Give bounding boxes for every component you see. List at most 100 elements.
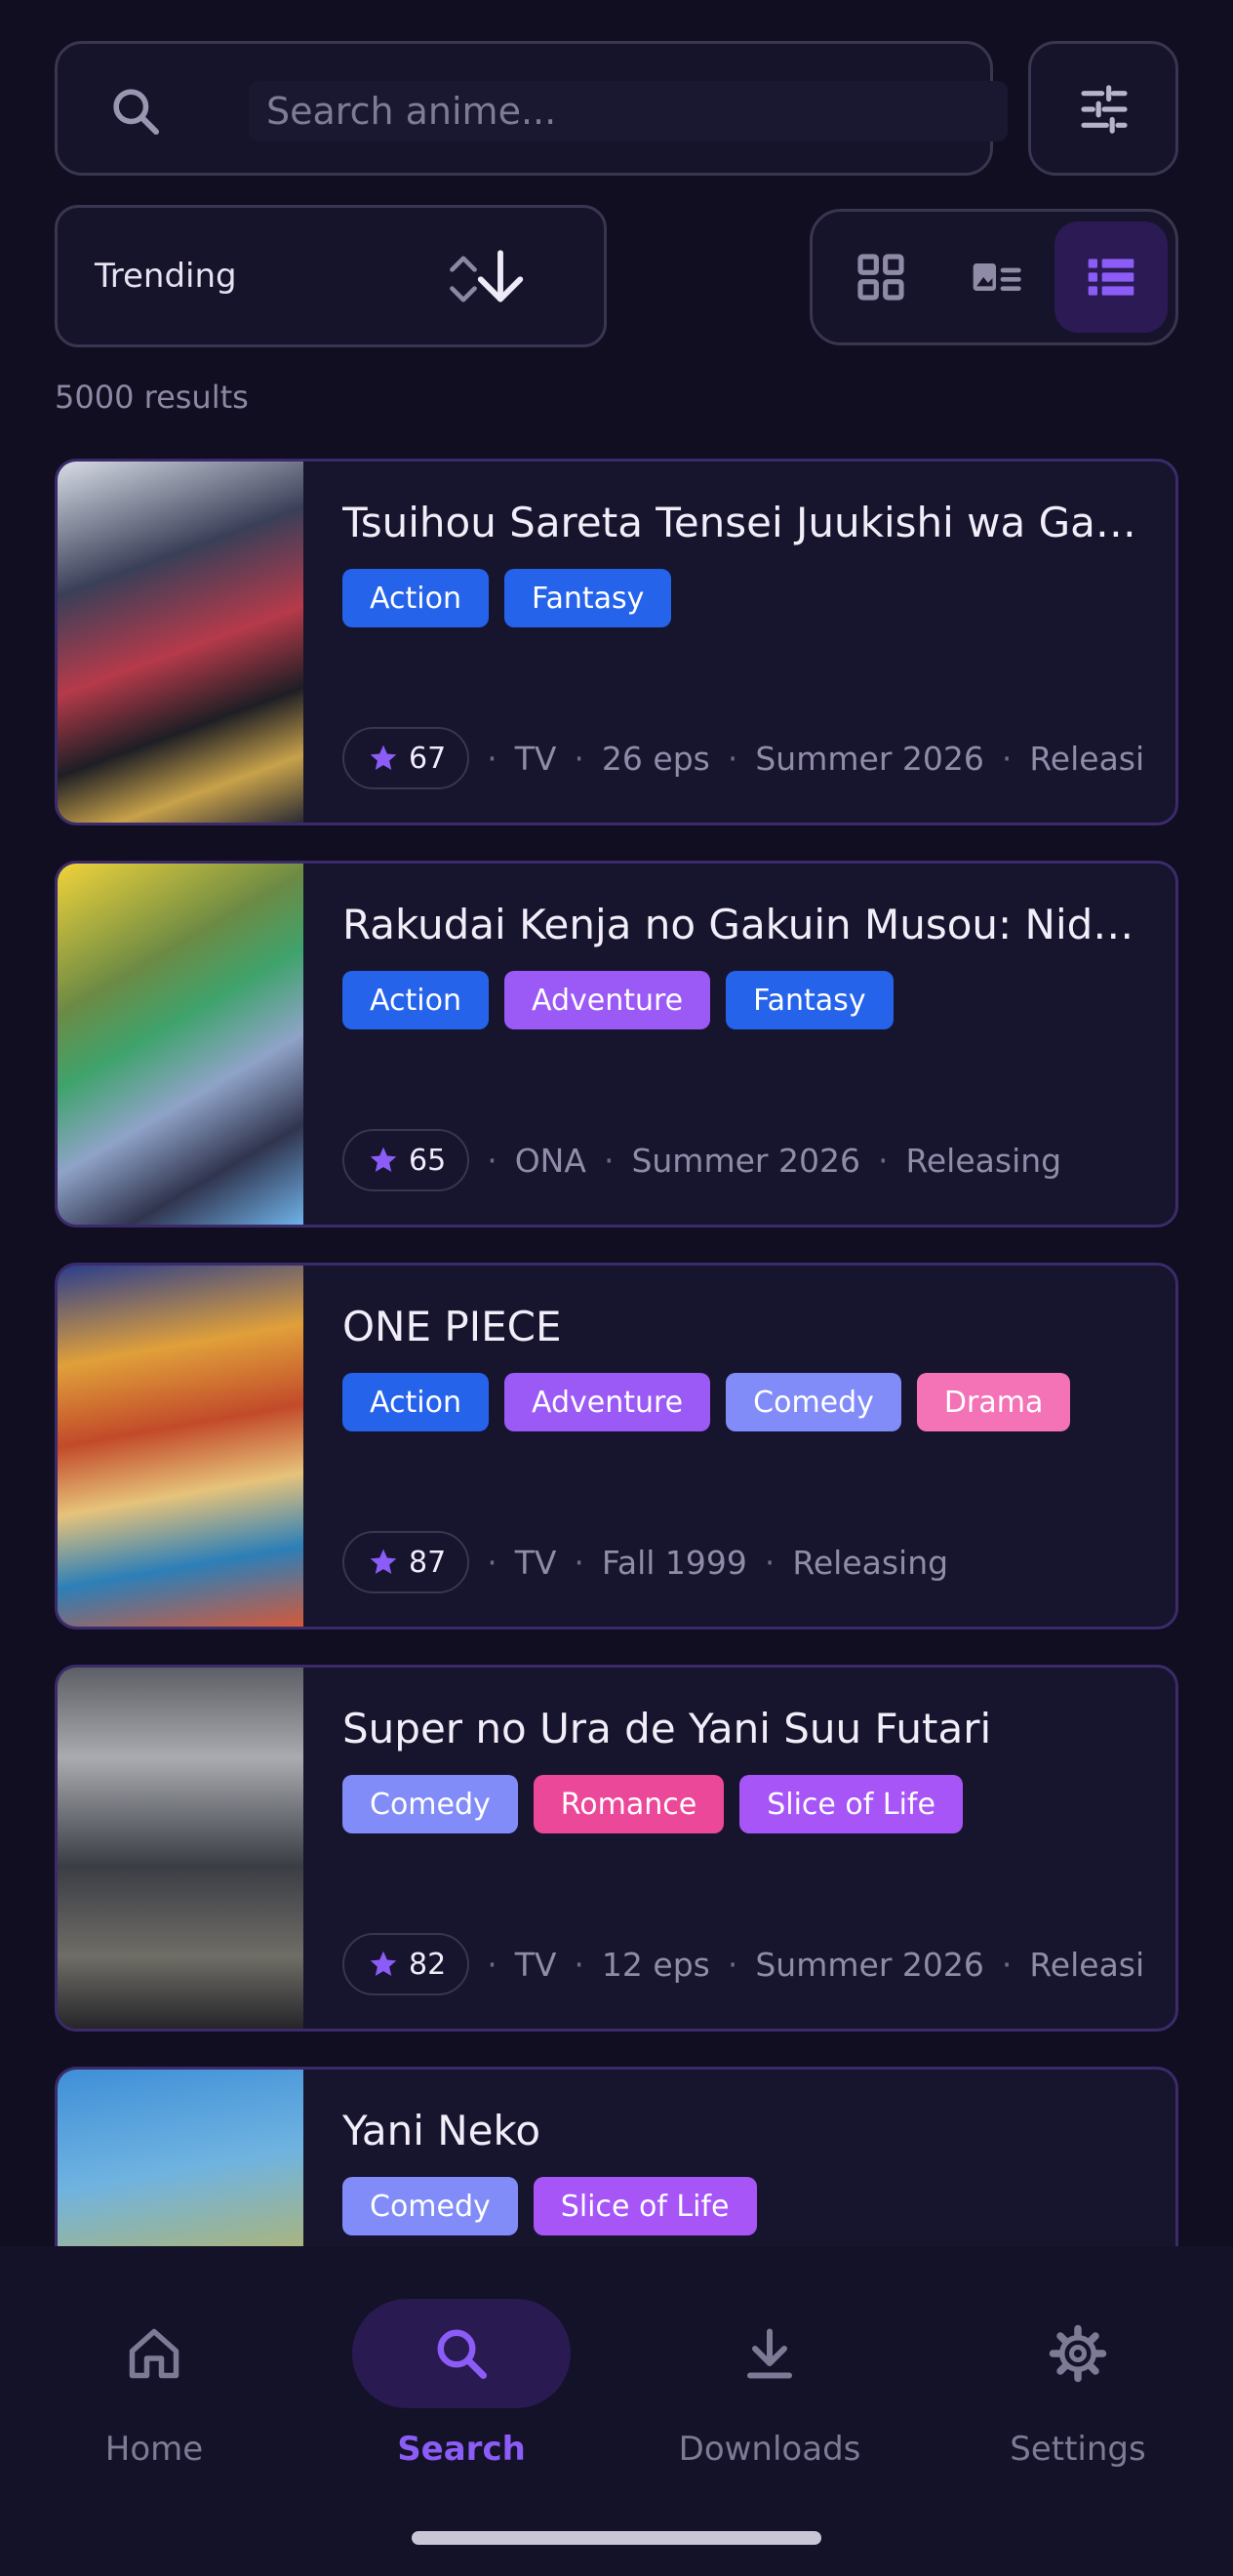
meta-item: TV xyxy=(514,739,557,778)
meta-item: 12 eps xyxy=(601,1945,710,1984)
genre-tag: Fantasy xyxy=(726,971,894,1029)
meta-separator: · xyxy=(727,739,738,778)
anime-title: Super no Ura de Yani Suu Futari xyxy=(342,1705,992,1752)
search-screen: Trending xyxy=(0,0,1233,2576)
list-icon xyxy=(1088,259,1134,296)
star-icon xyxy=(370,1951,397,1976)
anime-title: ONE PIECE xyxy=(342,1303,562,1350)
anime-title: Rakudai Kenja no Gakuin Musou: Nidome no… xyxy=(342,901,1142,948)
anime-meta: 87 · TV · Fall 1999 · Releasing xyxy=(342,1531,1142,1593)
search-icon xyxy=(113,89,160,136)
score-value: 87 xyxy=(409,1545,447,1580)
nav-home[interactable]: Home xyxy=(27,2299,281,2469)
sort-direction-arrow-icon[interactable] xyxy=(474,248,527,306)
score-value: 67 xyxy=(409,741,447,776)
anime-meta: 65 · ONA · Summer 2026 · Releasing xyxy=(342,1129,1142,1191)
meta-separator: · xyxy=(487,739,497,778)
grid-view-button[interactable] xyxy=(824,221,937,333)
search-icon xyxy=(437,2329,487,2379)
meta-item: TV xyxy=(514,1543,557,1582)
meta-separator: · xyxy=(487,1543,497,1582)
meta-item: Releasing xyxy=(1029,1945,1142,1984)
meta-separator: · xyxy=(603,1141,615,1180)
genre-tag: Adventure xyxy=(503,971,711,1029)
genre-tag: Slice of Life xyxy=(533,2177,757,2235)
meta-separator: · xyxy=(1001,1945,1013,1984)
genre-tags: Action Adventure Fantasy xyxy=(342,971,894,1029)
genre-tag: Action xyxy=(342,1373,489,1431)
nav-search-label: Search xyxy=(397,2430,526,2469)
download-icon xyxy=(747,2328,792,2379)
image-list-icon xyxy=(973,263,1021,291)
meta-separator: · xyxy=(574,1945,584,1984)
sort-label: Trending xyxy=(95,257,237,296)
anime-cover-image xyxy=(58,864,303,1225)
star-icon xyxy=(370,1147,397,1172)
genre-tags: Comedy Slice of Life xyxy=(342,2177,757,2235)
meta-separator: · xyxy=(877,1141,889,1180)
anime-meta: 67 · TV · 26 eps · Summer 2026 · Releasing xyxy=(342,727,1142,789)
meta-separator: · xyxy=(1001,739,1013,778)
star-icon xyxy=(370,745,397,770)
meta-separator: · xyxy=(487,1141,497,1180)
card-view-button[interactable] xyxy=(939,221,1053,333)
meta-item: Releasing xyxy=(905,1141,1062,1180)
meta-separator: · xyxy=(727,1945,738,1984)
genre-tag: Fantasy xyxy=(503,569,672,627)
list-view-button[interactable] xyxy=(1054,221,1168,333)
genre-tag: Adventure xyxy=(503,1373,711,1431)
results-count: 5000 results xyxy=(55,379,249,416)
genre-tag: Action xyxy=(342,971,489,1029)
anime-cover-image xyxy=(58,462,303,823)
anime-card[interactable]: Yani Neko Comedy Slice of Life xyxy=(55,2067,1178,2246)
score-badge: 67 xyxy=(342,727,470,789)
score-badge: 87 xyxy=(342,1531,470,1593)
home-indicator xyxy=(412,2531,821,2545)
anime-card[interactable]: Rakudai Kenja no Gakuin Musou: Nidome no… xyxy=(55,861,1178,1228)
genre-tag: Drama xyxy=(916,1373,1071,1431)
anime-card[interactable]: Super no Ura de Yani Suu Futari Comedy Rom… xyxy=(55,1665,1178,2032)
anime-title: Tsuihou Sareta Tensei Juukishi wa Game C… xyxy=(342,499,1142,546)
genre-tag: Romance xyxy=(533,1775,725,1833)
meta-item: ONA xyxy=(514,1141,586,1180)
anime-meta: 82 · TV · 12 eps · Summer 2026 · Releasing xyxy=(342,1933,1142,1995)
star-icon xyxy=(370,1549,397,1574)
search-bar[interactable] xyxy=(55,41,1008,176)
meta-item: Fall 1999 xyxy=(601,1543,747,1582)
meta-separator: · xyxy=(574,1543,584,1582)
anime-card[interactable]: Tsuihou Sareta Tensei Juukishi wa Game C… xyxy=(55,459,1178,825)
meta-item: Summer 2026 xyxy=(631,1141,860,1180)
meta-separator: · xyxy=(487,1945,497,1984)
nav-search[interactable]: Search xyxy=(335,2299,588,2469)
meta-item: 26 eps xyxy=(601,739,710,778)
bottom-navigation: Home Search Downloads Settings xyxy=(0,2246,1233,2576)
filter-button[interactable] xyxy=(1028,41,1178,176)
genre-tag: Comedy xyxy=(726,1373,901,1431)
meta-separator: · xyxy=(574,739,584,778)
home-icon xyxy=(129,2328,179,2379)
nav-settings[interactable]: Settings xyxy=(951,2299,1205,2469)
meta-item: TV xyxy=(514,1945,557,1984)
nav-downloads[interactable]: Downloads xyxy=(643,2299,896,2469)
search-input[interactable] xyxy=(249,81,1008,141)
filter-sliders-icon xyxy=(1081,85,1128,134)
score-value: 65 xyxy=(409,1143,447,1178)
view-mode-toggle xyxy=(810,209,1178,345)
genre-tag: Comedy xyxy=(342,1775,518,1833)
genre-tags: Action Fantasy xyxy=(342,569,672,627)
score-value: 82 xyxy=(409,1947,447,1982)
anime-card[interactable]: ONE PIECE Action Adventure Comedy Drama 87 · TV… xyxy=(55,1263,1178,1630)
nav-downloads-label: Downloads xyxy=(678,2430,861,2469)
score-badge: 65 xyxy=(342,1129,470,1191)
genre-tags: Comedy Romance Slice of Life xyxy=(342,1775,963,1833)
gear-icon xyxy=(1049,2324,1107,2383)
anime-list: Tsuihou Sareta Tensei Juukishi wa Game C… xyxy=(0,459,1233,2246)
genre-tag: Comedy xyxy=(342,2177,518,2235)
meta-item: Summer 2026 xyxy=(755,1945,984,1984)
genre-tags: Action Adventure Comedy Drama xyxy=(342,1373,1071,1431)
meta-item: Releasing xyxy=(1029,739,1142,778)
nav-home-label: Home xyxy=(104,2430,204,2469)
score-badge: 82 xyxy=(342,1933,470,1995)
anime-cover-image xyxy=(58,2070,303,2246)
grid-icon xyxy=(857,254,904,301)
